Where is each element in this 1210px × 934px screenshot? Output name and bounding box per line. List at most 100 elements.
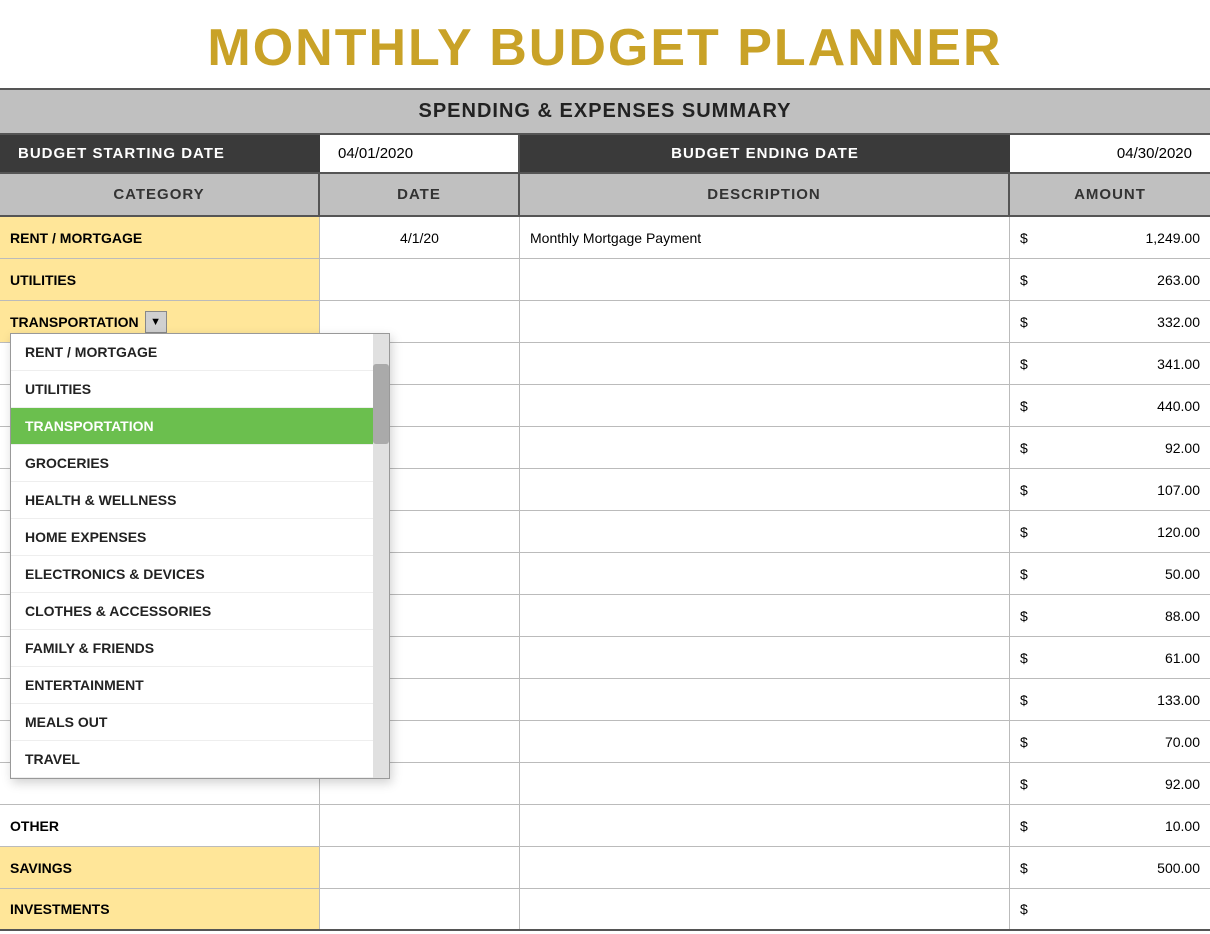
cell-amount: $ 70.00 [1010, 721, 1210, 762]
cell-description [520, 343, 1010, 384]
amount-number: 50.00 [1036, 566, 1200, 582]
amount-dollar: $ [1020, 650, 1028, 666]
amount-dollar: $ [1020, 230, 1028, 246]
category-label: OTHER [10, 818, 59, 834]
cell-amount: $ 50.00 [1010, 553, 1210, 594]
cell-description [520, 637, 1010, 678]
description-value: Monthly Mortgage Payment [530, 230, 701, 246]
dropdown-item[interactable]: UTILITIES [11, 371, 389, 408]
cell-amount: $ 1,249.00 [1010, 217, 1210, 258]
table-body: RENT / MORTGAGE 4/1/20 Monthly Mortgage … [0, 217, 1210, 931]
cell-category: RENT / MORTGAGE [0, 217, 320, 258]
cell-category: UTILITIES [0, 259, 320, 300]
table-row: INVESTMENTS $ [0, 889, 1210, 931]
dropdown-item[interactable]: MEALS OUT [11, 704, 389, 741]
col-header-amount: AMOUNT [1010, 174, 1210, 215]
amount-dollar: $ [1020, 482, 1028, 498]
dropdown-item[interactable]: ENTERTAINMENT [11, 667, 389, 704]
cell-date [320, 259, 520, 300]
dropdown-item[interactable]: CLOTHES & ACCESSORIES [11, 593, 389, 630]
cell-amount: $ 263.00 [1010, 259, 1210, 300]
amount-dollar: $ [1020, 776, 1028, 792]
cell-category: TRANSPORTATION ▼ RENT / MORTGAGEUTILITIE… [0, 301, 320, 342]
amount-number: 10.00 [1036, 818, 1200, 834]
amount-number: 341.00 [1036, 356, 1200, 372]
cell-description [520, 553, 1010, 594]
cell-description [520, 511, 1010, 552]
amount-number: 263.00 [1036, 272, 1200, 288]
cell-amount: $ 332.00 [1010, 301, 1210, 342]
dropdown-item[interactable]: TRAVEL [11, 741, 389, 778]
amount-dollar: $ [1020, 901, 1028, 917]
cell-description [520, 385, 1010, 426]
budget-start-value: 04/01/2020 [320, 135, 520, 172]
dropdown-item[interactable]: RENT / MORTGAGE [11, 334, 389, 371]
dropdown-item[interactable]: HOME EXPENSES [11, 519, 389, 556]
cell-date [320, 847, 520, 888]
cell-amount: $ 500.00 [1010, 847, 1210, 888]
amount-dollar: $ [1020, 860, 1028, 876]
date-value: 4/1/20 [400, 230, 439, 246]
cell-amount: $ 120.00 [1010, 511, 1210, 552]
cell-description [520, 721, 1010, 762]
cell-amount: $ 61.00 [1010, 637, 1210, 678]
page-title: MONTHLY BUDGET PLANNER [0, 0, 1210, 88]
cell-description [520, 259, 1010, 300]
cell-description [520, 847, 1010, 888]
cell-amount: $ 107.00 [1010, 469, 1210, 510]
scroll-thumb[interactable] [373, 364, 389, 444]
cell-date: 4/1/20 [320, 217, 520, 258]
cell-amount: $ 440.00 [1010, 385, 1210, 426]
amount-number: 70.00 [1036, 734, 1200, 750]
dropdown-toggle[interactable]: ▼ [145, 311, 167, 333]
table-row: TRANSPORTATION ▼ RENT / MORTGAGEUTILITIE… [0, 301, 1210, 343]
dropdown-item[interactable]: GROCERIES [11, 445, 389, 482]
amount-dollar: $ [1020, 692, 1028, 708]
cell-description [520, 805, 1010, 846]
scrollbar[interactable] [373, 334, 389, 778]
subtitle-bar: SPENDING & EXPENSES SUMMARY [0, 88, 1210, 135]
amount-number: 440.00 [1036, 398, 1200, 414]
dropdown-inner: RENT / MORTGAGEUTILITIESTRANSPORTATIONGR… [11, 334, 389, 778]
category-label: SAVINGS [10, 860, 72, 876]
amount-number: 1,249.00 [1036, 230, 1200, 246]
amount-number: 332.00 [1036, 314, 1200, 330]
cell-date [320, 805, 520, 846]
amount-dollar: $ [1020, 524, 1028, 540]
cell-category: INVESTMENTS [0, 889, 320, 929]
category-label: TRANSPORTATION [10, 314, 139, 330]
dropdown-item[interactable]: HEALTH & WELLNESS [11, 482, 389, 519]
dropdown-item[interactable]: TRANSPORTATION [11, 408, 389, 445]
amount-dollar: $ [1020, 314, 1028, 330]
cell-description [520, 679, 1010, 720]
dropdown-wrapper: TRANSPORTATION ▼ RENT / MORTGAGEUTILITIE… [10, 311, 309, 333]
cell-description [520, 889, 1010, 929]
dropdown-item[interactable]: ELECTRONICS & DEVICES [11, 556, 389, 593]
amount-dollar: $ [1020, 818, 1028, 834]
cell-description [520, 763, 1010, 804]
category-label: RENT / MORTGAGE [10, 230, 142, 246]
amount-dollar: $ [1020, 398, 1028, 414]
cell-category: OTHER [0, 805, 320, 846]
cell-description: Monthly Mortgage Payment [520, 217, 1010, 258]
table-row: OTHER $ 10.00 [0, 805, 1210, 847]
cell-amount: $ 88.00 [1010, 595, 1210, 636]
amount-number: 133.00 [1036, 692, 1200, 708]
amount-number: 92.00 [1036, 440, 1200, 456]
cell-date [320, 889, 520, 929]
cell-description [520, 469, 1010, 510]
amount-number: 120.00 [1036, 524, 1200, 540]
amount-number: 88.00 [1036, 608, 1200, 624]
cell-amount: $ [1010, 889, 1210, 929]
amount-number: 107.00 [1036, 482, 1200, 498]
amount-dollar: $ [1020, 734, 1028, 750]
table-row: SAVINGS $ 500.00 [0, 847, 1210, 889]
cell-description [520, 301, 1010, 342]
budget-end-value: 04/30/2020 [1010, 135, 1210, 172]
dropdown-menu: RENT / MORTGAGEUTILITIESTRANSPORTATIONGR… [10, 333, 390, 779]
cell-amount: $ 92.00 [1010, 763, 1210, 804]
table-row: UTILITIES $ 263.00 [0, 259, 1210, 301]
amount-dollar: $ [1020, 440, 1028, 456]
dropdown-item[interactable]: FAMILY & FRIENDS [11, 630, 389, 667]
category-label: UTILITIES [10, 272, 76, 288]
